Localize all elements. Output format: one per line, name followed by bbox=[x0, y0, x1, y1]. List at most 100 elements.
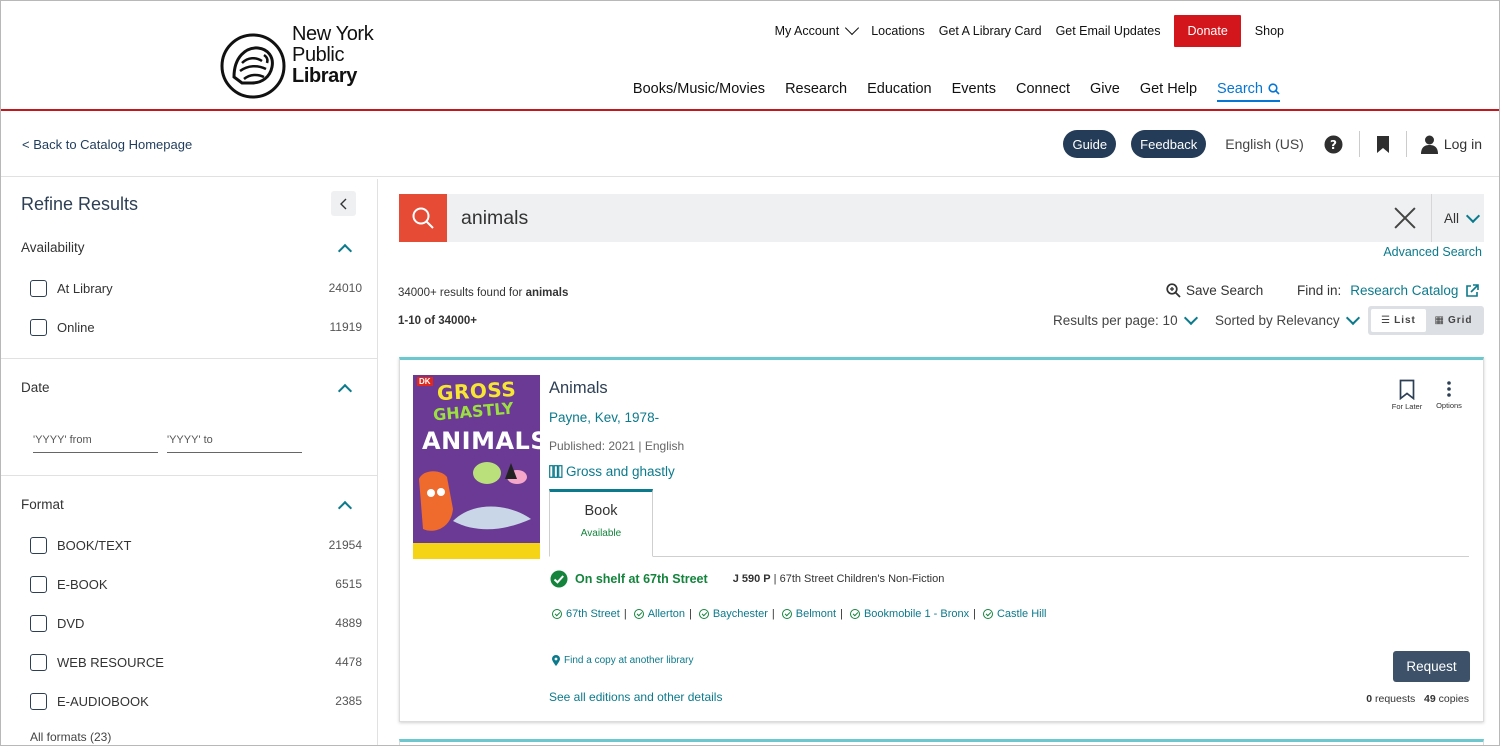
facet-label: BOOK/TEXT bbox=[57, 537, 132, 553]
help-button[interactable]: ? bbox=[1324, 135, 1343, 154]
search-submit-button[interactable] bbox=[399, 194, 447, 242]
facet-label: Online bbox=[57, 319, 95, 335]
find-copy-link[interactable]: Find a copy at another library bbox=[552, 655, 694, 666]
format-tab-label: Book bbox=[584, 503, 618, 519]
results-per-page-select[interactable]: Results per page: 10 bbox=[1053, 310, 1198, 328]
date-from-input[interactable]: 'YYYY' from bbox=[33, 429, 158, 453]
find-copy-label: Find a copy at another library bbox=[564, 655, 694, 666]
chevron-up-icon[interactable] bbox=[337, 383, 353, 399]
language-selector[interactable]: English (US) bbox=[1225, 136, 1304, 152]
checkbox[interactable] bbox=[30, 653, 47, 671]
all-formats-link[interactable]: All formats (23) bbox=[30, 730, 111, 744]
login-button[interactable]: Log in bbox=[1420, 135, 1482, 154]
facet-dvd[interactable]: DVD 4889 bbox=[30, 613, 362, 633]
search-input[interactable]: animals bbox=[461, 207, 1391, 230]
checkbox[interactable] bbox=[30, 318, 47, 336]
sort-by-select[interactable]: Sorted by Relevancy bbox=[1215, 310, 1360, 328]
locations-link[interactable]: Locations bbox=[871, 15, 925, 47]
result-title-link[interactable]: Animals bbox=[549, 379, 608, 398]
list-view-button[interactable]: ☰ List bbox=[1371, 309, 1426, 332]
collapse-sidebar-button[interactable] bbox=[331, 191, 356, 216]
checkbox[interactable] bbox=[30, 536, 47, 554]
guide-button[interactable]: Guide bbox=[1063, 130, 1117, 158]
facet-label: E-AUDIOBOOK bbox=[57, 693, 149, 709]
feedback-button[interactable]: Feedback bbox=[1131, 130, 1207, 158]
date-to-input[interactable]: 'YYYY' to bbox=[167, 429, 302, 453]
facet-count: 21954 bbox=[328, 538, 362, 552]
facet-label: E-BOOK bbox=[57, 576, 108, 592]
clear-search-icon[interactable] bbox=[1391, 204, 1419, 232]
branch-link[interactable]: Allerton bbox=[633, 608, 685, 620]
branch-separator: | bbox=[840, 608, 843, 620]
library-card-link[interactable]: Get A Library Card bbox=[939, 15, 1042, 47]
external-link-icon[interactable] bbox=[1465, 283, 1480, 298]
for-later-button[interactable]: For Later bbox=[1387, 379, 1427, 411]
chevron-up-icon[interactable] bbox=[337, 243, 353, 259]
requests-label: requests bbox=[1374, 693, 1416, 705]
format-heading[interactable]: Format bbox=[21, 497, 64, 512]
back-to-catalog-link[interactable]: < Back to Catalog Homepage bbox=[22, 137, 192, 152]
research-catalog-link[interactable]: Research Catalog bbox=[1350, 283, 1458, 298]
result-series-label: Gross and ghastly bbox=[566, 464, 675, 479]
chevron-down-icon bbox=[1183, 310, 1198, 326]
facet-e-book[interactable]: E-BOOK 6515 bbox=[30, 574, 362, 594]
branch-link[interactable]: Baychester bbox=[698, 608, 768, 620]
email-updates-link[interactable]: Get Email Updates bbox=[1056, 15, 1161, 47]
checkbox[interactable] bbox=[30, 575, 47, 593]
chevron-up-icon[interactable] bbox=[337, 500, 353, 516]
grid-icon: ▦ bbox=[1434, 315, 1444, 326]
nav-connect[interactable]: Connect bbox=[1016, 81, 1070, 102]
format-tab-book[interactable]: Book Available bbox=[549, 489, 653, 557]
facet-e-audiobook[interactable]: E-AUDIOBOOK 2385 bbox=[30, 691, 362, 711]
facet-count: 4889 bbox=[335, 616, 362, 630]
find-in: Find in: Research Catalog bbox=[1297, 283, 1480, 298]
result-author-link[interactable]: Payne, Kev, 1978- bbox=[549, 410, 659, 425]
branch-list: 67th Street | Allerton | Baychester | Belmo… bbox=[552, 608, 1047, 620]
branch-name: Castle Hill bbox=[996, 608, 1047, 620]
see-all-editions-link[interactable]: See all editions and other details bbox=[549, 690, 722, 704]
nav-search[interactable]: Search bbox=[1217, 81, 1280, 102]
checkbox[interactable] bbox=[30, 279, 47, 297]
catalog-search-bar: animals All bbox=[399, 194, 1484, 242]
result-series-link[interactable]: Gross and ghastly bbox=[549, 464, 675, 479]
facet-book-text[interactable]: BOOK/TEXT 21954 bbox=[30, 535, 362, 555]
availability-heading[interactable]: Availability bbox=[21, 240, 85, 255]
facet-count: 6515 bbox=[335, 577, 362, 591]
save-search-button[interactable]: Save Search bbox=[1166, 283, 1263, 298]
map-pin-icon bbox=[552, 655, 560, 666]
nav-research[interactable]: Research bbox=[785, 81, 847, 102]
checkbox[interactable] bbox=[30, 692, 47, 710]
search-scope-select[interactable]: All bbox=[1430, 194, 1484, 242]
branch-link[interactable]: 67th Street bbox=[552, 608, 620, 620]
grid-view-button[interactable]: ▦ Grid bbox=[1426, 309, 1481, 332]
check-circle-icon bbox=[633, 609, 644, 619]
facet-at-library[interactable]: At Library 24010 bbox=[30, 278, 362, 298]
book-cover-image[interactable]: DK GROSS GHASTLY ANIMALS bbox=[413, 375, 540, 559]
options-button[interactable]: Options bbox=[1432, 379, 1466, 410]
bookmarks-button[interactable] bbox=[1376, 135, 1390, 154]
nav-education[interactable]: Education bbox=[867, 81, 932, 102]
checkbox[interactable] bbox=[30, 614, 47, 632]
nav-events[interactable]: Events bbox=[952, 81, 996, 102]
nav-books-music-movies[interactable]: Books/Music/Movies bbox=[633, 81, 765, 102]
more-vertical-icon bbox=[1447, 381, 1451, 397]
branch-link[interactable]: Castle Hill bbox=[982, 608, 1047, 620]
toolbar-divider bbox=[1405, 131, 1407, 157]
nav-give[interactable]: Give bbox=[1090, 81, 1120, 102]
branch-link[interactable]: Belmont bbox=[781, 608, 836, 620]
request-button[interactable]: Request bbox=[1393, 651, 1470, 682]
bookmark-outline-icon bbox=[1399, 379, 1415, 401]
nav-get-help[interactable]: Get Help bbox=[1140, 81, 1197, 102]
search-scope-value: All bbox=[1443, 210, 1459, 226]
nypl-logo[interactable]: New York Public Library bbox=[220, 11, 374, 99]
my-account-menu[interactable]: My Account bbox=[775, 15, 860, 47]
date-heading[interactable]: Date bbox=[21, 380, 50, 395]
facet-web-resource[interactable]: WEB RESOURCE 4478 bbox=[30, 652, 362, 672]
branch-link[interactable]: Bookmobile 1 - Bronx bbox=[849, 608, 969, 620]
facet-online[interactable]: Online 11919 bbox=[30, 317, 362, 337]
shop-link[interactable]: Shop bbox=[1255, 15, 1284, 47]
donate-button[interactable]: Donate bbox=[1174, 15, 1241, 47]
requests-count: 0 bbox=[1366, 693, 1373, 705]
advanced-search-link[interactable]: Advanced Search bbox=[1383, 245, 1482, 259]
logo-wordmark: New York Public Library bbox=[292, 23, 374, 87]
